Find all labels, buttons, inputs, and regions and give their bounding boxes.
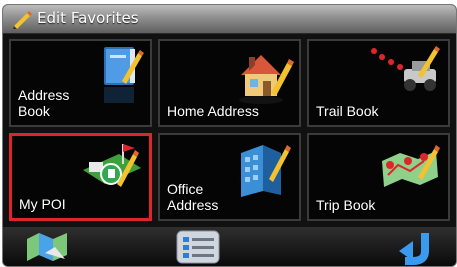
tile-trip-book[interactable]: Trip Book <box>307 133 450 221</box>
tile-label: Office Address <box>167 181 219 213</box>
tile-label: Trail Book <box>316 103 379 119</box>
device-screen: Edit Favorites Address Book Home Address… <box>2 4 457 267</box>
home-icon <box>239 55 294 104</box>
tile-trail-book[interactable]: Trail Book <box>307 39 450 127</box>
favorites-grid: Address Book Home Address Trail Book My … <box>9 39 451 223</box>
map-icon[interactable] <box>25 229 69 265</box>
tile-my-poi[interactable]: My POI <box>9 133 152 221</box>
bottom-toolbar <box>3 227 456 266</box>
address-book-icon <box>104 47 144 103</box>
poi-golf-icon <box>83 144 141 187</box>
trip-map-icon <box>382 145 440 187</box>
tile-label: Address Book <box>18 87 70 119</box>
office-building-icon <box>241 145 291 197</box>
title-bar: Edit Favorites <box>3 5 456 34</box>
back-arrow-icon[interactable] <box>395 229 435 265</box>
tile-label: My POI <box>19 196 66 212</box>
tile-home-address[interactable]: Home Address <box>158 39 301 127</box>
tile-address-book[interactable]: Address Book <box>9 39 152 127</box>
page-title: Edit Favorites <box>37 9 139 27</box>
tile-office-address[interactable]: Office Address <box>158 133 301 221</box>
trail-jeep-icon <box>371 46 440 91</box>
tile-label: Home Address <box>167 103 259 119</box>
tile-label: Trip Book <box>316 197 376 213</box>
pencil-icon <box>13 11 32 29</box>
list-menu-icon[interactable] <box>175 229 221 265</box>
